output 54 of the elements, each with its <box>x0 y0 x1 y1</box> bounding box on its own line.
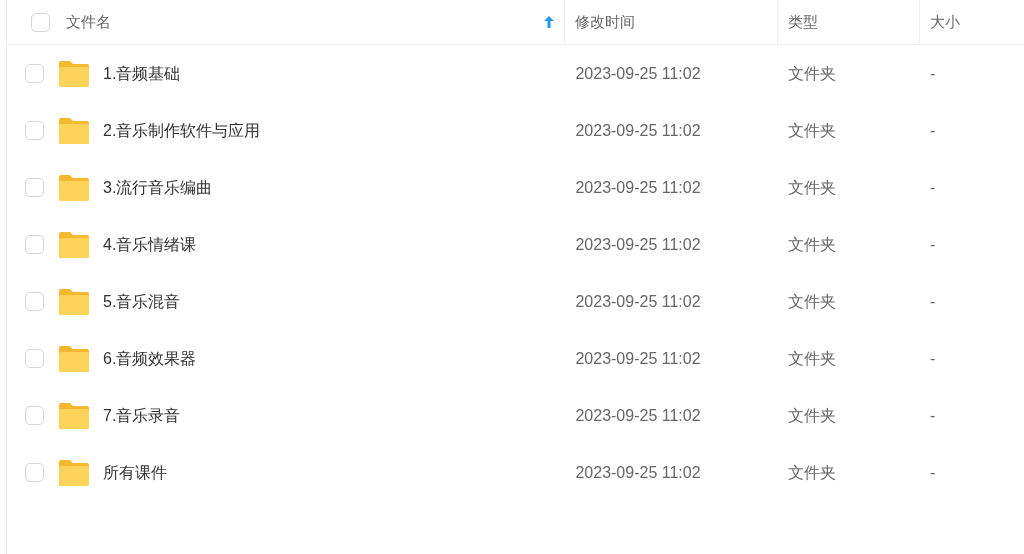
file-size: - <box>930 235 936 253</box>
checkbox[interactable] <box>25 64 44 83</box>
checkbox[interactable] <box>25 235 44 254</box>
file-size: - <box>930 121 936 139</box>
modified-time: 2023-09-25 11:02 <box>575 64 701 82</box>
modified-time: 2023-09-25 11:02 <box>575 349 701 367</box>
checkbox[interactable] <box>25 463 44 482</box>
folder-icon <box>59 402 89 429</box>
checkbox[interactable] <box>25 178 44 197</box>
checkbox[interactable] <box>25 292 44 311</box>
folder-name[interactable]: 2.音乐制作软件与应用 <box>103 118 261 143</box>
file-size: - <box>930 406 936 424</box>
file-type: 文件夹 <box>788 64 837 82</box>
folder-name[interactable]: 1.音频基础 <box>103 61 181 86</box>
folder-name[interactable]: 6.音频效果器 <box>103 346 197 371</box>
file-type: 文件夹 <box>788 235 837 253</box>
file-type: 文件夹 <box>788 178 837 196</box>
file-size: - <box>930 178 936 196</box>
folder-name[interactable]: 5.音乐混音 <box>103 289 181 314</box>
folder-name[interactable]: 4.音乐情绪课 <box>103 232 197 257</box>
folder-icon <box>59 174 89 201</box>
file-size: - <box>930 292 936 310</box>
checkbox[interactable] <box>31 12 50 32</box>
checkbox[interactable] <box>25 349 44 368</box>
folder-icon <box>59 459 89 486</box>
file-type: 文件夹 <box>788 349 837 367</box>
column-header[interactable]: 修改时间 <box>575 10 636 34</box>
folder-name[interactable]: 3.流行音乐编曲 <box>103 175 213 200</box>
checkbox[interactable] <box>25 406 44 425</box>
folder-icon <box>59 60 89 87</box>
file-type: 文件夹 <box>788 463 837 481</box>
sort-up-icon[interactable] <box>544 16 555 28</box>
file-type: 文件夹 <box>788 406 837 424</box>
folder-icon <box>59 288 89 315</box>
column-header[interactable]: 文件名 <box>66 10 111 34</box>
folder-icon <box>59 117 89 144</box>
file-size: - <box>930 64 936 82</box>
file-size: - <box>930 349 936 367</box>
modified-time: 2023-09-25 11:02 <box>575 406 701 424</box>
column-header[interactable]: 大小 <box>930 10 961 34</box>
file-size: - <box>930 463 936 481</box>
modified-time: 2023-09-25 11:02 <box>575 121 701 139</box>
folder-icon <box>59 231 89 258</box>
folder-name[interactable]: 所有课件 <box>103 460 167 485</box>
modified-time: 2023-09-25 11:02 <box>575 463 701 481</box>
column-header[interactable]: 类型 <box>788 10 819 34</box>
modified-time: 2023-09-25 11:02 <box>575 235 701 253</box>
modified-time: 2023-09-25 11:02 <box>575 292 701 310</box>
checkbox[interactable] <box>25 121 44 140</box>
modified-time: 2023-09-25 11:02 <box>575 178 701 196</box>
file-type: 文件夹 <box>788 292 837 310</box>
file-type: 文件夹 <box>788 121 837 139</box>
folder-icon <box>59 345 89 372</box>
folder-name[interactable]: 7.音乐录音 <box>103 403 181 428</box>
